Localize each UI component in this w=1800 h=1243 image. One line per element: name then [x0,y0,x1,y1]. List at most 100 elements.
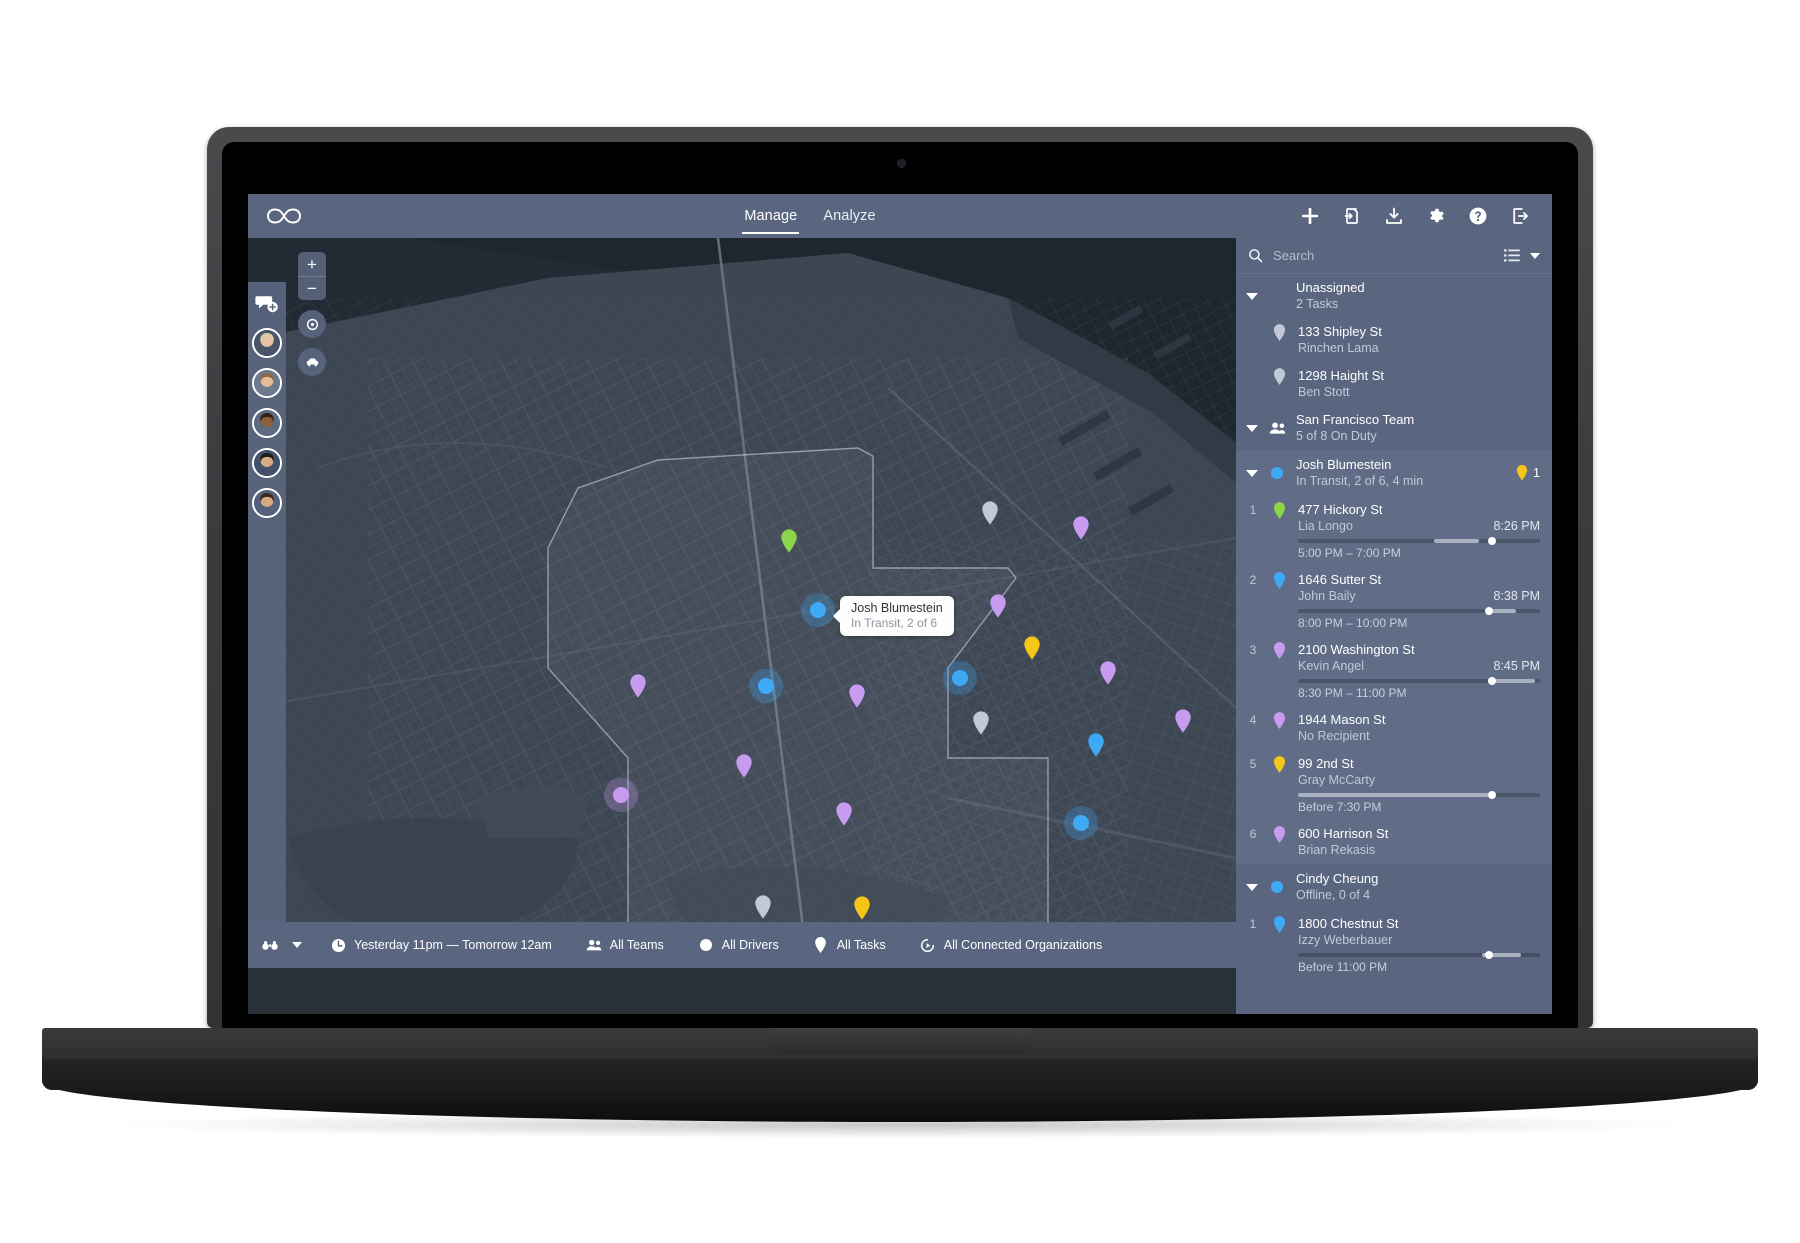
task-row[interactable]: 1298 Haight St Ben Stott [1236,362,1552,406]
task-list[interactable]: Unassigned 2 Tasks 133 Shipley St Rinchen … [1236,274,1552,1014]
tab-manage[interactable]: Manage [742,194,800,238]
map-driver-dot[interactable] [810,602,826,618]
task-time-window-track[interactable] [1298,951,1540,959]
map-task-pin[interactable] [972,711,990,735]
avatar-5[interactable] [252,488,282,518]
filter-teams-label: All Teams [609,938,664,952]
avatar-1[interactable] [252,328,282,358]
task-recipient: Brian Rekasis [1298,843,1376,857]
filter-organizations[interactable]: All Connected Organizations [920,937,1102,953]
driver-group: Cindy Cheung Offline, 0 of 4 1 1800 Chestn… [1236,864,1552,980]
driver-name: Cindy Cheung [1296,871,1379,886]
target-icon[interactable] [298,310,326,338]
filter-tasks[interactable]: All Tasks [813,937,886,953]
task-eta-knob[interactable] [1487,791,1496,799]
driver-row[interactable]: Cindy Cheung Offline, 0 of 4 [1236,864,1552,910]
map-task-pin[interactable] [835,802,853,826]
map-driver-dot[interactable] [613,787,629,803]
map-task-pin[interactable] [848,684,866,708]
task-row[interactable]: 2 1646 Sutter St John Baily 8:38 PM 8:00 PM… [1236,566,1552,636]
task-time-window-track[interactable] [1298,607,1540,615]
task-eta: 8:26 PM [1493,519,1540,533]
caret-down-icon[interactable] [1246,292,1258,300]
top-bar: Manage Analyze [248,194,1552,238]
map-task-pin[interactable] [1072,516,1090,540]
task-address: 1298 Haight St [1298,368,1385,383]
task-row[interactable]: 133 Shipley St Rinchen Lama [1236,318,1552,362]
task-row[interactable]: 1 1800 Chestnut St Izzy Weberbauer Before … [1236,910,1552,980]
task-index: 1 [1249,503,1257,517]
task-eta-knob[interactable] [1485,951,1494,959]
tab-analyze[interactable]: Analyze [821,194,877,238]
gear-icon[interactable] [1426,206,1446,226]
zoom-in-button[interactable]: + [298,252,326,276]
task-eta-knob[interactable] [1487,537,1496,545]
map-driver-dot[interactable] [952,670,968,686]
avatar-4[interactable] [252,448,282,478]
map-task-pin[interactable] [1099,661,1117,685]
group-subtitle: 2 Tasks [1296,297,1339,311]
clock-icon [330,937,346,953]
task-row[interactable]: 3 2100 Washington St Kevin Angel 8:45 PM 8:… [1236,636,1552,706]
caret-down-icon[interactable] [1246,424,1258,432]
chat-add-icon[interactable] [254,292,280,318]
task-address: 1944 Mason St [1298,712,1386,727]
map-task-pin[interactable] [735,754,753,778]
filter-time-range[interactable]: Yesterday 11pm — Tomorrow 12am [330,937,552,953]
driver-status: In Transit, 2 of 6, 4 min [1296,474,1424,488]
avatar-2[interactable] [252,368,282,398]
driver-row[interactable]: Josh Blumestein In Transit, 2 of 6, 4 mi… [1236,450,1552,496]
chevron-down-icon[interactable] [1530,252,1540,259]
caret-down-icon[interactable] [1246,469,1258,477]
task-row[interactable]: 5 99 2nd St Gray McCarty Before 7:30 PM [1236,750,1552,820]
map-view[interactable]: + − Josh Blumestein In Transit, 2 of 6 Y… [248,238,1236,968]
infinity-logo[interactable] [248,207,320,225]
group-title: San Francisco Team [1296,412,1415,427]
import-icon[interactable] [1342,206,1362,226]
task-time-window-label: Before 11:00 PM [1298,960,1388,974]
task-time-window-track[interactable] [1298,791,1540,799]
task-index: 4 [1249,713,1257,727]
task-eta-knob[interactable] [1485,607,1494,615]
help-icon[interactable] [1468,206,1488,226]
task-row[interactable]: 1 477 Hickory St Lia Longo 8:26 PM 5:00 PM … [1236,496,1552,566]
task-address: 1800 Chestnut St [1298,916,1399,931]
task-time-window-track[interactable] [1298,537,1540,545]
filter-drivers[interactable]: All Drivers [698,937,779,953]
list-view-icon[interactable] [1504,249,1520,262]
task-row[interactable]: 6 600 Harrison St Brian Rekasis [1236,820,1552,864]
laptop-notch [770,1028,1032,1054]
add-icon[interactable] [1300,206,1320,226]
group-title: Unassigned [1296,280,1365,295]
group-header-team[interactable]: San Francisco Team 5 of 8 On Duty [1236,406,1552,450]
avatar-3[interactable] [252,408,282,438]
logout-icon[interactable] [1510,206,1530,226]
map-driver-dot[interactable] [1073,815,1089,831]
search-input[interactable] [1273,248,1494,263]
map-task-pin[interactable] [780,529,798,553]
map-task-pin[interactable] [629,674,647,698]
task-pin-icon [1268,367,1290,385]
filter-teams[interactable]: All Teams [586,937,664,953]
map-task-pin[interactable] [1023,636,1041,660]
task-row[interactable]: 4 1944 Mason St No Recipient [1236,706,1552,750]
filter-organizations-label: All Connected Organizations [943,938,1103,952]
zoom-out-button[interactable]: − [298,276,326,300]
map-task-pin[interactable] [853,896,871,920]
map-driver-dot[interactable] [758,678,774,694]
map-task-pin[interactable] [981,501,999,525]
download-icon[interactable] [1384,206,1404,226]
map-task-pin[interactable] [1174,709,1192,733]
caret-down-icon[interactable] [1246,883,1258,891]
map-task-pin[interactable] [754,895,772,919]
task-time-window-track[interactable] [1298,677,1540,685]
group-header-unassigned[interactable]: Unassigned 2 Tasks [1236,274,1552,318]
map-task-pin[interactable] [1087,733,1105,757]
task-eta-knob[interactable] [1487,677,1496,685]
car-icon[interactable] [298,348,326,376]
map-task-pin[interactable] [989,594,1007,618]
task-recipient: Gray McCarty [1298,773,1376,787]
filter-drivers-label: All Drivers [721,938,779,952]
task-address: 477 Hickory St [1298,502,1383,517]
saved-views-button[interactable] [262,937,302,953]
